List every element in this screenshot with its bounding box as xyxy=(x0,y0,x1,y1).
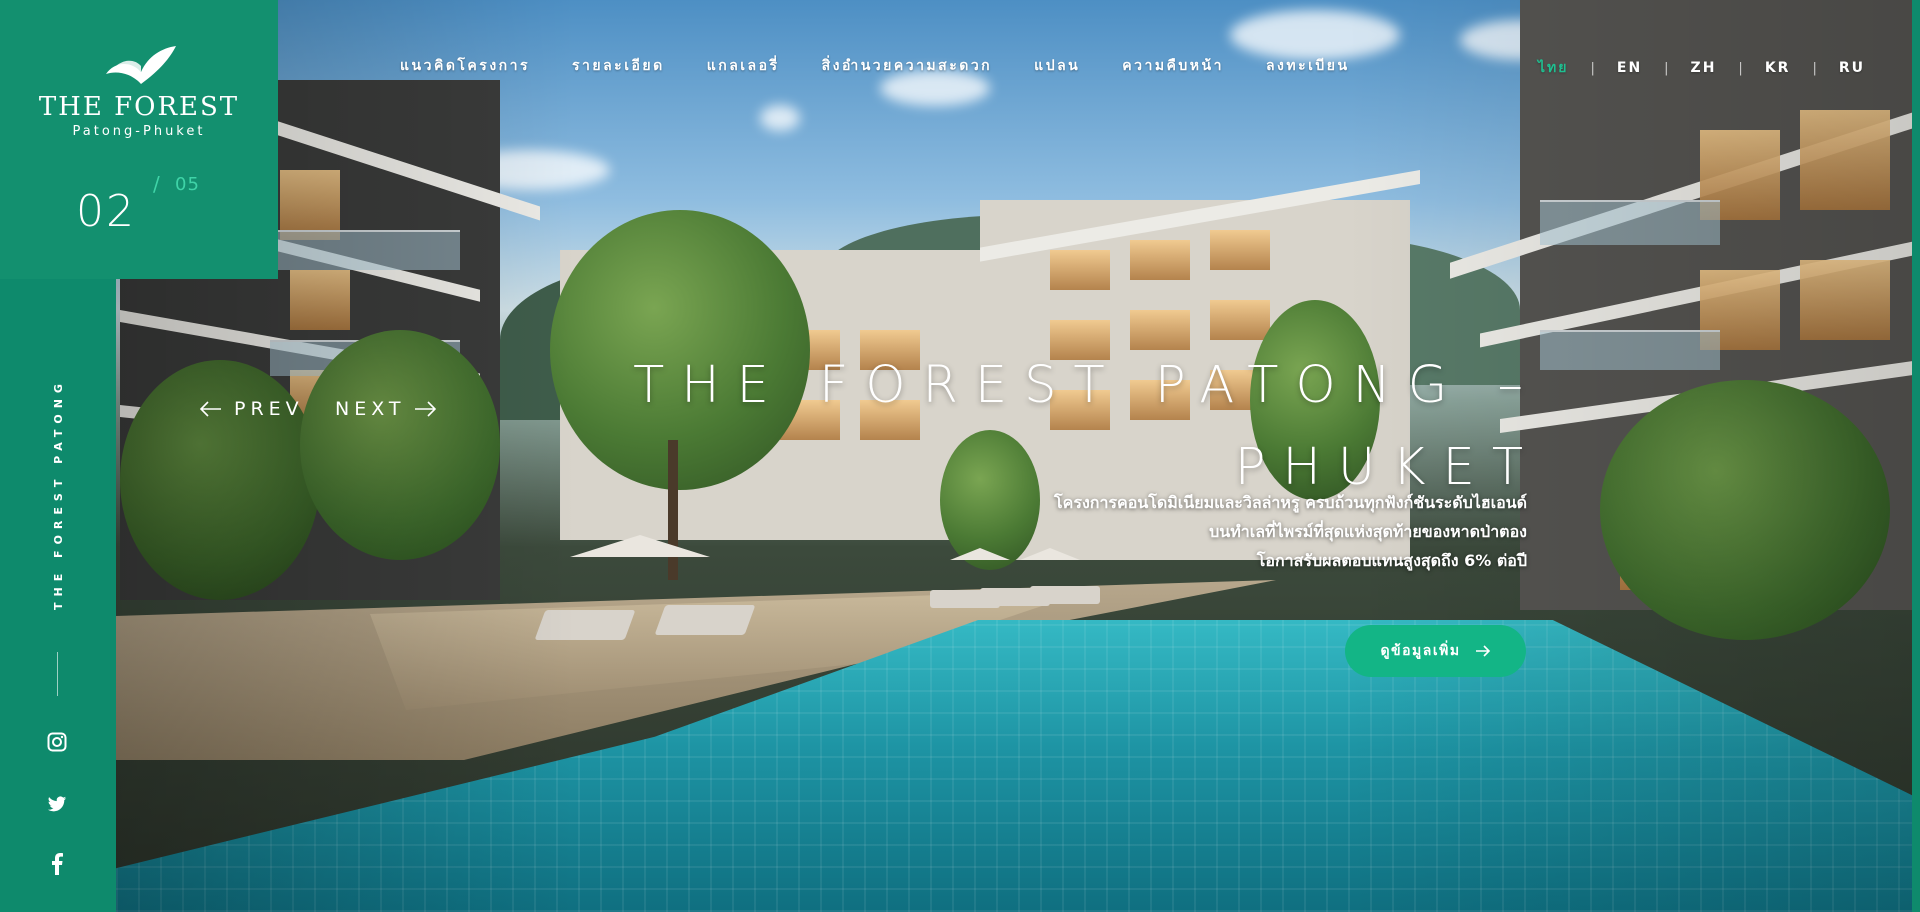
slide-current-number: 02 xyxy=(76,186,136,237)
vertical-brand-text: THE FOREST PATONG xyxy=(52,378,65,610)
hero-title-line-1: THE FOREST PATONG – xyxy=(633,356,1540,415)
main-navigation: แนวคิดโครงการ รายละเอียด แกลเลอรี่ สิ่งอ… xyxy=(400,55,1392,79)
hero-description: โครงการคอนโดมิเนียมและวิลล่าหรู ครบถ้วนท… xyxy=(820,488,1527,575)
arrow-right-icon xyxy=(1475,645,1490,657)
lang-thai[interactable]: ไทย xyxy=(1538,57,1568,79)
next-button[interactable]: NEXT xyxy=(335,398,436,420)
more-info-label: ดูข้อมูลเพิ่ม xyxy=(1380,643,1461,659)
prev-button[interactable]: PREV xyxy=(200,398,304,420)
brand-subtitle: Patong-Phuket xyxy=(72,124,206,139)
slide-total-number: 05 xyxy=(175,174,200,195)
lang-separator: | xyxy=(1738,60,1743,76)
brand-name: THE FOREST xyxy=(38,92,240,122)
bird-logo-icon xyxy=(106,46,176,84)
arrow-right-icon xyxy=(414,401,436,417)
next-label: NEXT xyxy=(335,398,406,420)
more-info-button[interactable]: ดูข้อมูลเพิ่ม xyxy=(1345,625,1526,677)
nav-item-register[interactable]: ลงทะเบียน xyxy=(1266,55,1350,79)
lang-separator: | xyxy=(1812,60,1817,76)
nav-item-progress[interactable]: ความคืบหน้า xyxy=(1122,55,1224,79)
prev-label: PREV xyxy=(234,398,304,420)
lang-en[interactable]: EN xyxy=(1617,60,1642,76)
brand-panel: THE FOREST Patong-Phuket 02 / 05 xyxy=(0,0,278,279)
instagram-icon xyxy=(47,732,67,752)
hero-description-line-1: โครงการคอนโดมิเนียมและวิลล่าหรู ครบถ้วนท… xyxy=(1054,493,1527,512)
slide-separator: / xyxy=(153,172,160,196)
right-edge-strip xyxy=(1912,0,1920,912)
lang-ru[interactable]: RU xyxy=(1839,60,1865,76)
twitter-icon xyxy=(47,795,67,811)
arrow-left-icon xyxy=(200,401,221,417)
nav-item-facilities[interactable]: สิ่งอำนวยความสะดวก xyxy=(822,55,993,79)
lang-separator: | xyxy=(1664,60,1669,76)
language-switcher: ไทย | EN | ZH | KR | RU xyxy=(1538,57,1865,79)
hero-description-line-2: บนทำเลที่ไพรม์ที่สุดแห่งสุดท้ายของหาดป่า… xyxy=(1209,522,1527,541)
nav-item-plan[interactable]: แปลน xyxy=(1034,55,1080,79)
lang-separator: | xyxy=(1590,60,1595,76)
lang-kr[interactable]: KR xyxy=(1765,60,1791,76)
sidebar-divider xyxy=(57,652,58,696)
nav-item-details[interactable]: รายละเอียด xyxy=(572,55,665,79)
hero-description-line-3: โอกาสรับผลตอบแทนสูงสุดถึง 6% ต่อปี xyxy=(1256,551,1527,570)
instagram-link[interactable] xyxy=(45,730,69,754)
nav-item-concept[interactable]: แนวคิดโครงการ xyxy=(400,55,530,79)
hero-title: THE FOREST PATONG – PHUKET xyxy=(620,345,1540,509)
nav-item-gallery[interactable]: แกลเลอรี่ xyxy=(707,55,780,79)
lang-zh[interactable]: ZH xyxy=(1691,60,1717,76)
facebook-icon xyxy=(52,853,63,875)
twitter-link[interactable] xyxy=(45,792,69,816)
facebook-link[interactable] xyxy=(45,852,69,876)
